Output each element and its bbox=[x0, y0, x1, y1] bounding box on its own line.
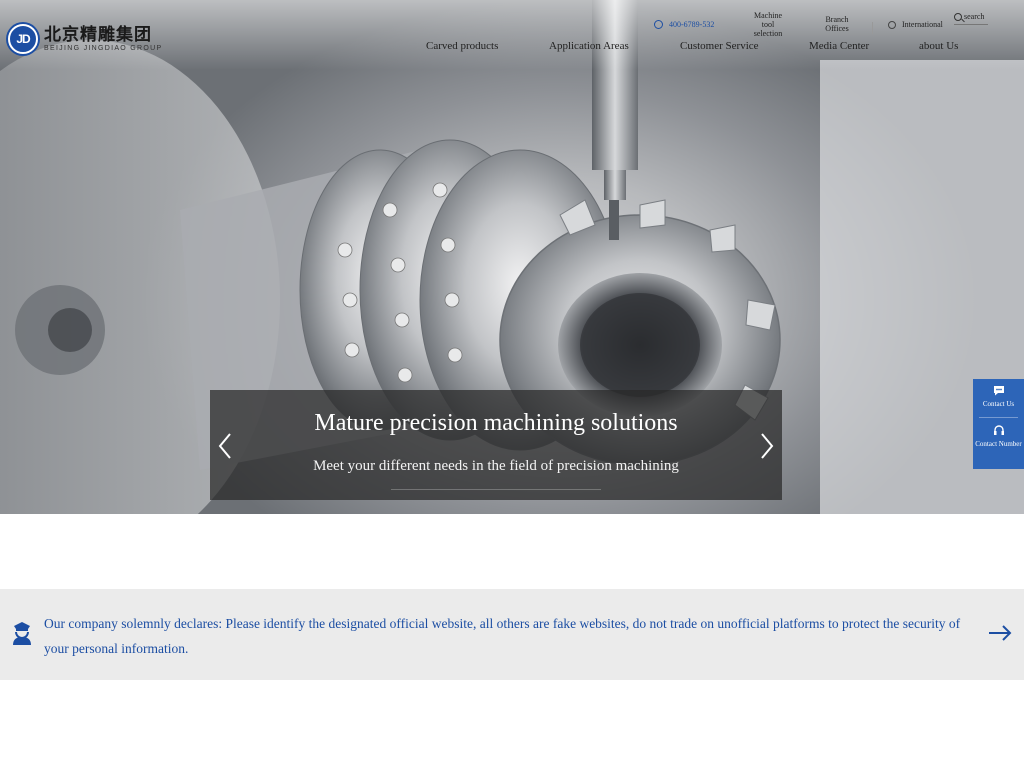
nav-customer-service[interactable]: Customer Service bbox=[680, 40, 759, 52]
nav-carved-products[interactable]: Carved products bbox=[426, 40, 498, 52]
contact-us-label: Contact Us bbox=[982, 400, 1015, 408]
nav-about-us[interactable]: about Us bbox=[919, 40, 958, 52]
logo-mark-text: JD bbox=[16, 32, 30, 46]
panel-divider bbox=[979, 417, 1018, 418]
banner-caption: Mature precision machining solutions Mee… bbox=[210, 390, 782, 500]
contact-number-button[interactable]: Contact Number bbox=[973, 425, 1024, 449]
contact-us-button[interactable]: Contact Us bbox=[973, 385, 1024, 409]
search-box[interactable]: search bbox=[954, 12, 988, 25]
nav-application-areas[interactable]: Application Areas bbox=[549, 40, 629, 52]
headset-icon bbox=[993, 425, 1004, 435]
nav-media-center[interactable]: Media Center bbox=[809, 40, 869, 52]
caption-divider bbox=[391, 489, 601, 490]
hero-banner: JD 北京精雕集团 BEIJING JINGDIAO GROUP 400-678… bbox=[0, 0, 1024, 514]
logo-mark: JD bbox=[8, 24, 38, 54]
logo-name-cn: 北京精雕集团 bbox=[44, 24, 152, 45]
globe-icon bbox=[888, 20, 896, 29]
search-icon bbox=[954, 12, 962, 21]
branch-offices-link[interactable]: Branch Offices bbox=[822, 15, 852, 33]
next-slide-arrow-icon[interactable] bbox=[754, 432, 778, 460]
main-nav: Carved products Application Areas Custom… bbox=[420, 40, 980, 54]
contact-number-label: Contact Number bbox=[975, 440, 1022, 448]
hotline-number: 400-6789-532 bbox=[669, 20, 715, 29]
security-guard-icon bbox=[13, 622, 31, 645]
machine-tool-selection-link[interactable]: Machine tool selection bbox=[750, 11, 786, 38]
hotline[interactable]: 400-6789-532 bbox=[654, 20, 714, 29]
logo-text: 北京精雕集团 BEIJING JINGDIAO GROUP bbox=[44, 26, 162, 53]
international-label: International bbox=[902, 20, 943, 29]
divider bbox=[872, 22, 873, 34]
arrow-right-icon[interactable] bbox=[988, 625, 1012, 641]
logo-name-en: BEIJING JINGDIAO GROUP bbox=[44, 44, 163, 52]
international-link[interactable]: International bbox=[888, 20, 943, 29]
logo[interactable]: JD 北京精雕集团 BEIJING JINGDIAO GROUP bbox=[8, 24, 162, 54]
floating-contact-panel: Contact Us Contact Number bbox=[973, 379, 1024, 469]
chat-icon bbox=[993, 386, 1004, 396]
banner-title: Mature precision machining solutions bbox=[314, 410, 678, 436]
official-website-notice: Our company solemnly declares: Please id… bbox=[0, 589, 1024, 680]
phone-icon bbox=[654, 20, 663, 29]
banner-subtitle: Meet your different needs in the field o… bbox=[313, 458, 679, 474]
notice-text: Our company solemnly declares: Please id… bbox=[44, 616, 961, 656]
search-label: search bbox=[964, 12, 985, 21]
prev-slide-arrow-icon[interactable] bbox=[214, 432, 238, 460]
